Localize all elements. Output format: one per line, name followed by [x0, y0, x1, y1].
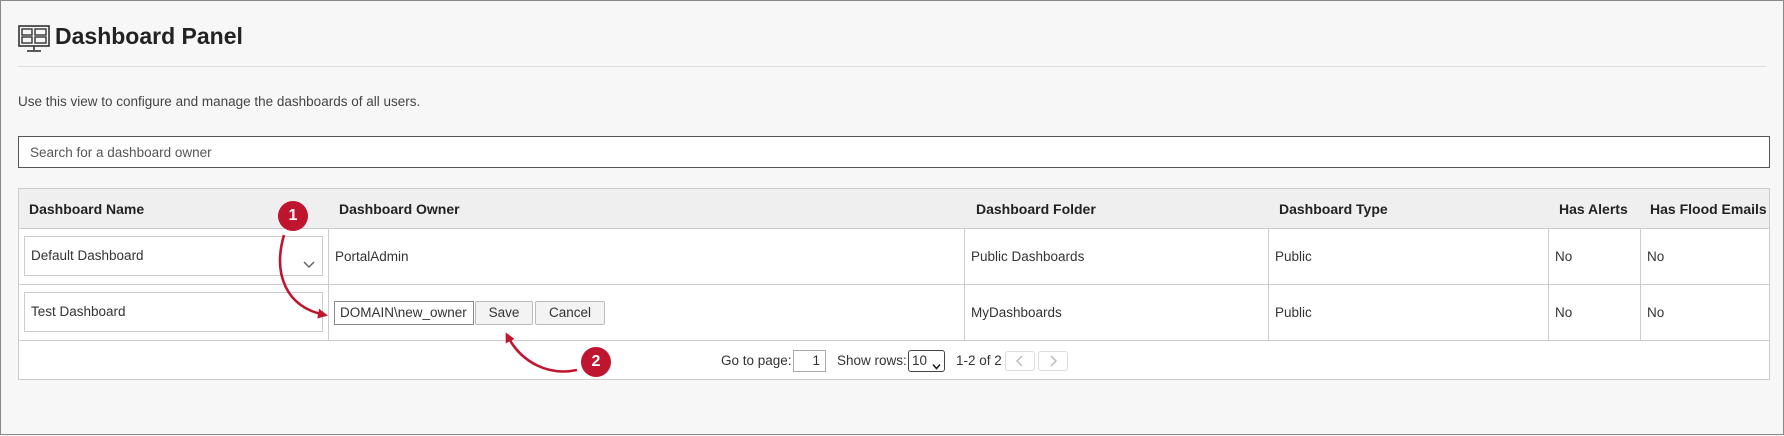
has-alerts-value: No	[1555, 249, 1573, 264]
chevron-left-icon	[1015, 355, 1023, 367]
show-rows-value: 10	[912, 353, 928, 368]
column-header-dashboard-type[interactable]: Dashboard Type	[1279, 189, 1388, 229]
next-page-button[interactable]	[1038, 351, 1068, 371]
column-header-has-alerts[interactable]: Has Alerts	[1559, 189, 1628, 229]
goto-page-label: Go to page:	[721, 353, 792, 368]
cell-dashboard-folder: Public Dashboards	[965, 229, 1269, 285]
show-rows-label: Show rows:	[837, 353, 907, 368]
cancel-button[interactable]: Cancel	[535, 301, 605, 325]
dashboard-name-field[interactable]: Test Dashboard	[24, 292, 323, 332]
goto-page-input[interactable]: 1	[793, 350, 826, 372]
cell-dashboard-owner: PortalAdmin	[329, 229, 965, 285]
page-range-text: 1-2 of 2	[956, 353, 1002, 368]
cell-dashboard-type: Public	[1269, 229, 1549, 285]
save-button[interactable]: Save	[475, 301, 533, 325]
page-description: Use this view to configure and manage th…	[18, 94, 421, 109]
step-1-badge: 1	[278, 201, 308, 231]
has-flood-emails-value: No	[1647, 305, 1665, 320]
column-header-dashboard-folder[interactable]: Dashboard Folder	[976, 189, 1096, 229]
dashboard-name-value: Default Dashboard	[31, 248, 144, 263]
cell-dashboard-type: Public	[1269, 285, 1549, 341]
dashboard-name-value: Test Dashboard	[31, 304, 126, 319]
cell-has-alerts: No	[1549, 229, 1641, 285]
step-2-badge: 2	[581, 347, 611, 377]
page-title: Dashboard Panel	[55, 23, 243, 49]
cell-dashboard-owner: DOMAIN\new_owner Save Cancel	[329, 285, 965, 341]
chevron-down-icon	[932, 357, 941, 370]
dashboard-name-select[interactable]: Default Dashboard	[24, 236, 323, 276]
cell-dashboard-name: Default Dashboard	[19, 229, 329, 285]
dashboard-panel-icon	[18, 25, 50, 53]
type-value: Public	[1275, 305, 1312, 320]
folder-value: MyDashboards	[971, 305, 1062, 320]
type-value: Public	[1275, 249, 1312, 264]
chevron-right-icon	[1050, 355, 1058, 367]
chevron-down-icon[interactable]	[302, 249, 316, 269]
page-header: Dashboard Panel	[18, 21, 1766, 67]
search-owner-input[interactable]	[18, 136, 1770, 168]
previous-page-button[interactable]	[1005, 351, 1035, 371]
folder-value: Public Dashboards	[971, 249, 1085, 264]
show-rows-select[interactable]: 10	[908, 350, 945, 372]
owner-value: PortalAdmin	[335, 249, 409, 264]
pagination-bar: Go to page: 1 Show rows: 10 1-2 of 2	[19, 343, 1769, 381]
cell-dashboard-folder: MyDashboards	[965, 285, 1269, 341]
dashboard-panel-window: Dashboard Panel Use this view to configu…	[0, 0, 1784, 435]
column-header-has-flood-emails[interactable]: Has Flood Emails	[1650, 189, 1767, 229]
owner-edit-input[interactable]: DOMAIN\new_owner	[334, 301, 474, 325]
table-row: Default Dashboard PortalAdmin Public Das…	[19, 229, 1769, 285]
cell-has-flood-emails: No	[1641, 285, 1771, 341]
cell-has-alerts: No	[1549, 285, 1641, 341]
cell-dashboard-name: Test Dashboard	[19, 285, 329, 341]
has-alerts-value: No	[1555, 305, 1573, 320]
has-flood-emails-value: No	[1647, 249, 1665, 264]
table-row: Test Dashboard DOMAIN\new_owner Save Can…	[19, 285, 1769, 341]
cell-has-flood-emails: No	[1641, 229, 1771, 285]
column-header-dashboard-name[interactable]: Dashboard Name	[29, 189, 144, 229]
column-header-dashboard-owner[interactable]: Dashboard Owner	[339, 189, 460, 229]
